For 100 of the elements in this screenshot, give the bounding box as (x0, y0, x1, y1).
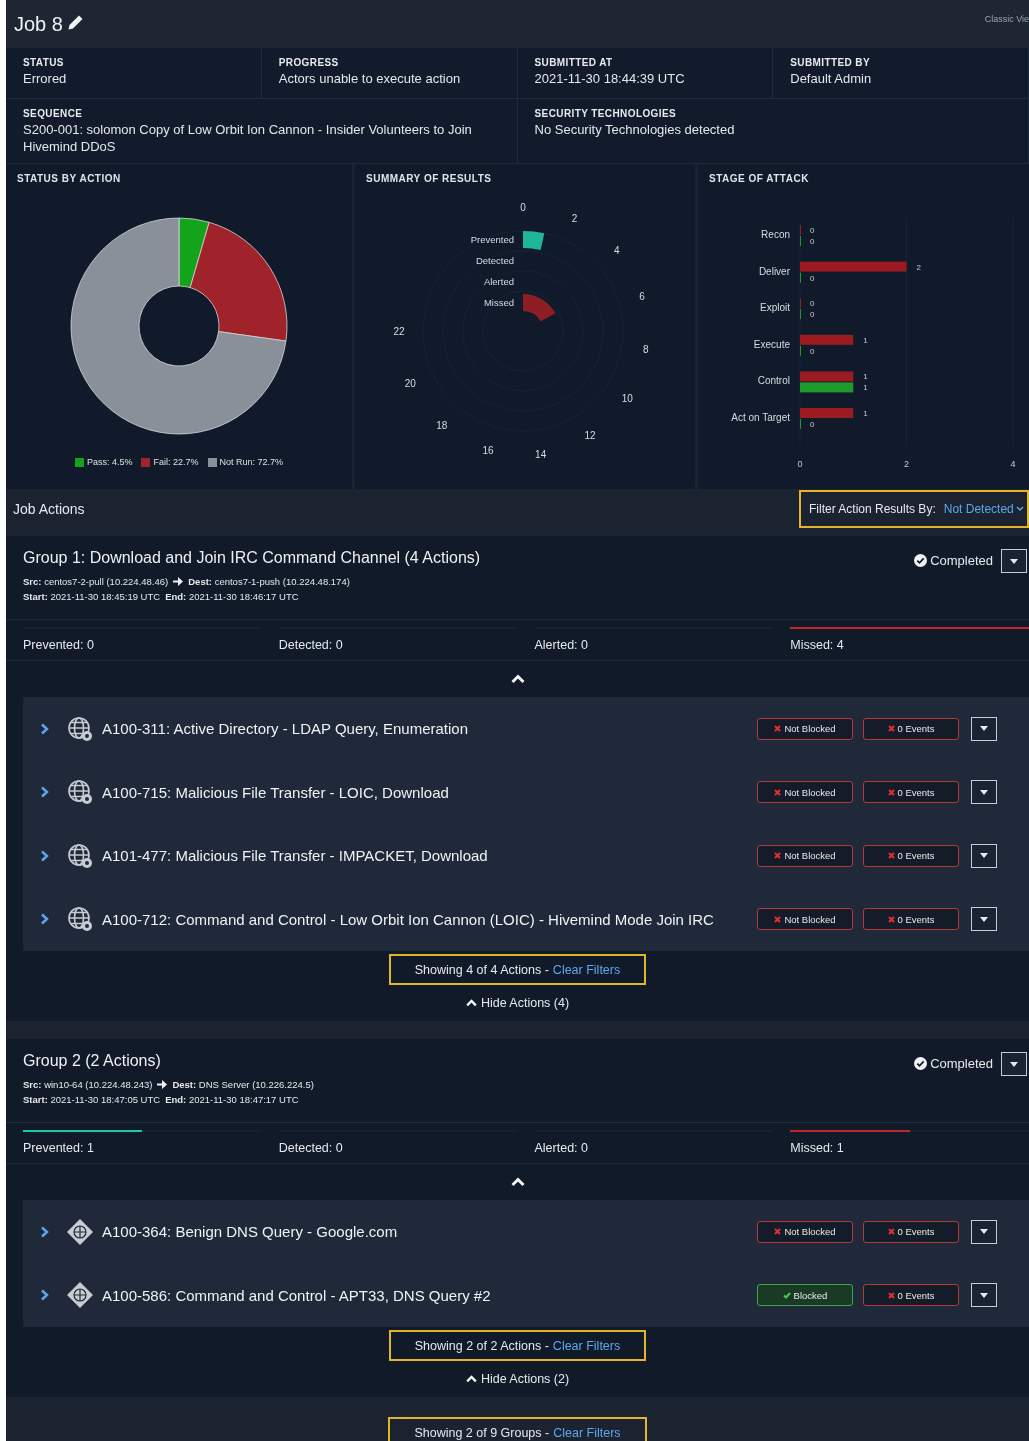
check-circle-icon (914, 1057, 928, 1070)
filter-dropdown[interactable]: Not Detected (943, 502, 1024, 516)
scale-label: 4 (613, 244, 620, 256)
legend-label: Pass: 4.5% (86, 457, 133, 467)
events-badge: 0 Events (863, 844, 959, 867)
field-label: SEQUENCE (23, 108, 84, 119)
hide-actions-button[interactable]: Hide Actions (2) (465, 1372, 570, 1386)
scale-label: 12 (584, 430, 596, 442)
x-icon (774, 1228, 782, 1236)
value-label: 0 (810, 346, 815, 356)
chevron-up-icon (465, 1375, 477, 1383)
chevron-right-icon[interactable] (40, 849, 50, 862)
blocked-badge: Not Blocked (757, 844, 853, 867)
x-icon (887, 852, 895, 860)
blocked-badge: Blocked (757, 1284, 853, 1307)
check-circle-icon (914, 554, 928, 567)
collapse-button[interactable] (510, 674, 525, 684)
caret-icon (980, 916, 988, 922)
chevron-up-icon (510, 674, 525, 684)
action-title[interactable]: A100-311: Active Directory - LDAP Query, Enumeration (102, 720, 757, 738)
dropdown-button[interactable] (971, 1219, 997, 1244)
globe-gear-icon (66, 714, 94, 743)
chevron-right-icon[interactable] (40, 1289, 50, 1302)
action-title[interactable]: A100-712: Command and Control - Low Orbit Ion Cannon (LOIC) - Hivemind Mode Join IRC (102, 910, 757, 928)
globe-diamond-icon (66, 1281, 94, 1310)
caret-icon (1010, 558, 1018, 564)
x-icon (774, 725, 782, 733)
events-badge: 0 Events (863, 717, 959, 740)
pencil-icon[interactable] (66, 14, 84, 31)
stat-label: Detected: 0 (278, 1141, 343, 1155)
classic-view-link[interactable]: Classic Vie (984, 14, 1029, 24)
x-icon (774, 915, 782, 923)
start-time: Start: 2021-11-30 18:45:19 UTC (23, 591, 161, 602)
x-icon (887, 725, 895, 733)
value-label: 2 (916, 262, 921, 272)
globe-gear-icon (66, 905, 94, 934)
field-value: 2021-11-30 18:44:39 UTC (534, 70, 686, 87)
action-title[interactable]: A100-715: Malicious File Transfer - LOIC, Download (102, 783, 757, 801)
value-label: 0 (810, 420, 815, 429)
hide-actions-button[interactable]: Hide Actions (4) (465, 996, 570, 1010)
destination-text: Dest: DNS Server (10.226.224.5) (172, 1079, 314, 1090)
globe-gear-icon (66, 778, 94, 807)
blocked-badge: Not Blocked (757, 717, 853, 740)
group-status: Completed (930, 1056, 993, 1071)
category-label: Recon (761, 229, 790, 240)
clear-filters-link[interactable]: Clear Filters (553, 1425, 621, 1440)
stat-label: Alerted: 0 (534, 1141, 588, 1155)
action-title[interactable]: A101-477: Malicious File Transfer - IMPACKET, Download (102, 847, 757, 865)
end-time: End: 2021-11-30 18:46:17 UTC (165, 591, 299, 602)
ring-label: Prevented (470, 234, 514, 245)
value-label: 0 (810, 310, 815, 320)
bar (800, 371, 854, 382)
chevron-right-icon[interactable] (40, 786, 50, 799)
showing-text: Showing 2 of 9 Groups - (414, 1425, 550, 1440)
field-label: PROGRESS (278, 57, 340, 68)
chevron-right-icon[interactable] (40, 913, 50, 926)
action-title[interactable]: A100-586: Command and Control - APT33, DNS Query #2 (102, 1286, 757, 1304)
dropdown-button[interactable] (971, 843, 997, 868)
chevron-down-icon (1015, 506, 1024, 512)
scale-label: 14 (535, 448, 547, 460)
blocked-badge: Not Blocked (757, 781, 853, 804)
value-label: 0 (810, 237, 815, 246)
blocked-badge: Not Blocked (757, 1220, 853, 1243)
chart-title: STATUS BY ACTION (16, 172, 122, 186)
x-icon (774, 852, 782, 860)
x-icon (887, 1291, 895, 1299)
arrow-right-icon (173, 577, 184, 586)
ring-label: Detected (475, 255, 514, 266)
legend-label: Fail: 22.7% (153, 457, 199, 467)
category-label: Control (757, 375, 790, 387)
page-title: Job 8 (14, 12, 63, 36)
events-badge: 0 Events (863, 1284, 959, 1307)
group-status: Completed (930, 553, 993, 568)
clear-filters-link[interactable]: Clear Filters (552, 962, 621, 977)
chevron-right-icon[interactable] (40, 722, 50, 735)
field-label: STATUS (23, 57, 65, 68)
collapse-button[interactable] (510, 1177, 525, 1187)
chevron-right-icon[interactable] (40, 1225, 50, 1238)
caret-icon (980, 726, 988, 732)
dropdown-button[interactable] (971, 1283, 997, 1308)
dropdown-button[interactable] (1001, 1052, 1027, 1076)
action-title[interactable]: A100-364: Benign DNS Query - Google.com (102, 1223, 757, 1241)
field-value: Errored (23, 70, 68, 87)
dropdown-button[interactable] (971, 716, 997, 741)
category-label: Deliver (758, 265, 790, 277)
group-title: Group 1: Download and Join IRC Command Channel (4 Actions) (23, 549, 482, 567)
scale-label: 0 (520, 202, 526, 213)
events-badge: 0 Events (863, 781, 959, 804)
events-badge: 0 Events (863, 1220, 959, 1243)
source-text: Src: centos7-2-pull (10.224.48.46) (23, 576, 169, 587)
filter-label: Filter Action Results By: (809, 502, 936, 516)
category-label: Act on Target (731, 412, 790, 423)
dropdown-button[interactable] (971, 907, 997, 932)
clear-filters-link[interactable]: Clear Filters (552, 1338, 621, 1353)
dropdown-button[interactable] (971, 780, 997, 805)
scale-label: 22 (393, 326, 405, 337)
dropdown-button[interactable] (1001, 549, 1027, 573)
source-text: Src: win10-64 (10.224.48.243) (23, 1079, 153, 1090)
scale-label: 8 (642, 343, 649, 355)
scale-label: 20 (404, 377, 416, 389)
